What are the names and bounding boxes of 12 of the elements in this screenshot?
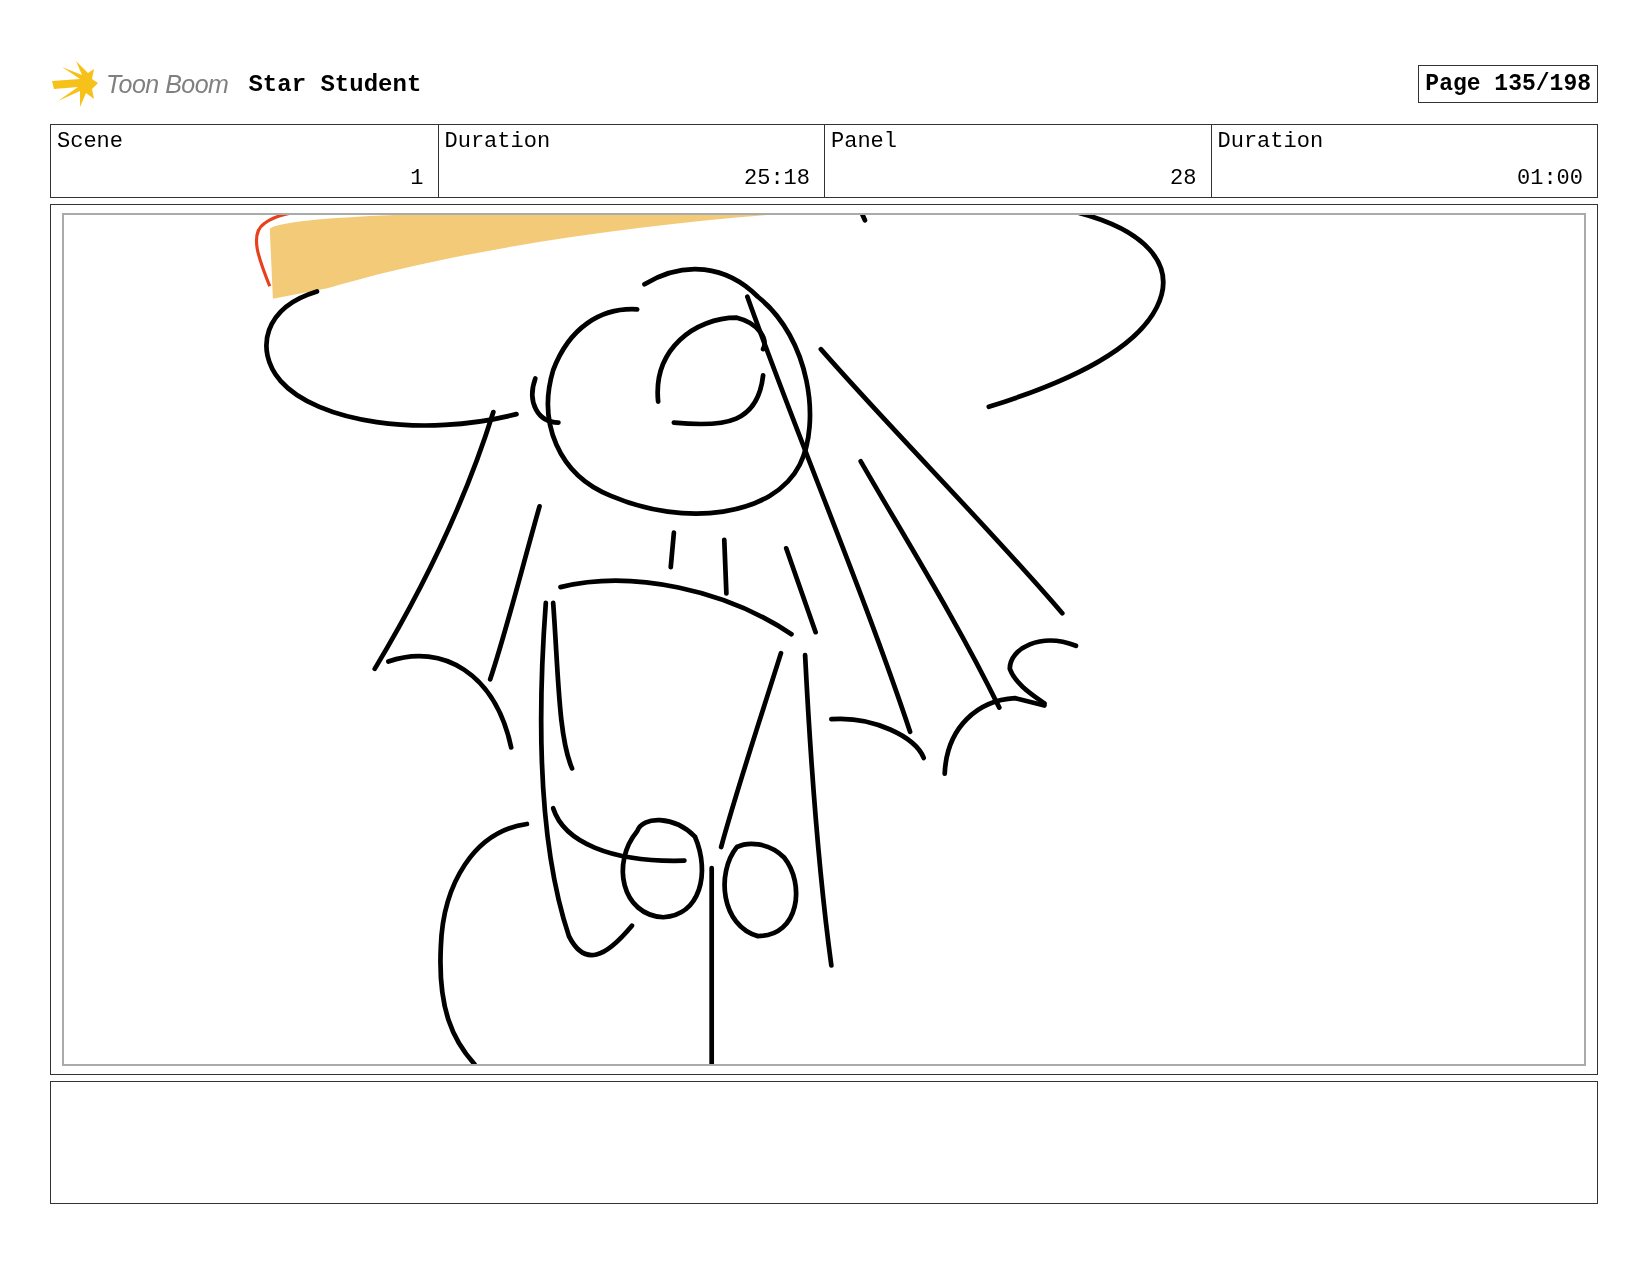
- page-number: Page 135/198: [1418, 65, 1598, 103]
- info-label: Duration: [1217, 129, 1325, 154]
- starburst-logo-icon: [50, 59, 100, 109]
- info-value: 01:00: [1516, 166, 1584, 191]
- info-label: Panel: [831, 129, 898, 154]
- info-label: Scene: [57, 129, 124, 154]
- info-label: Duration: [444, 129, 552, 154]
- project-title: Star Student: [248, 70, 422, 98]
- info-value: 1: [409, 166, 425, 191]
- brand-logo-text: Toon Boom: [106, 69, 229, 99]
- info-value: 25:18: [743, 166, 811, 191]
- info-value: 28: [1169, 166, 1198, 191]
